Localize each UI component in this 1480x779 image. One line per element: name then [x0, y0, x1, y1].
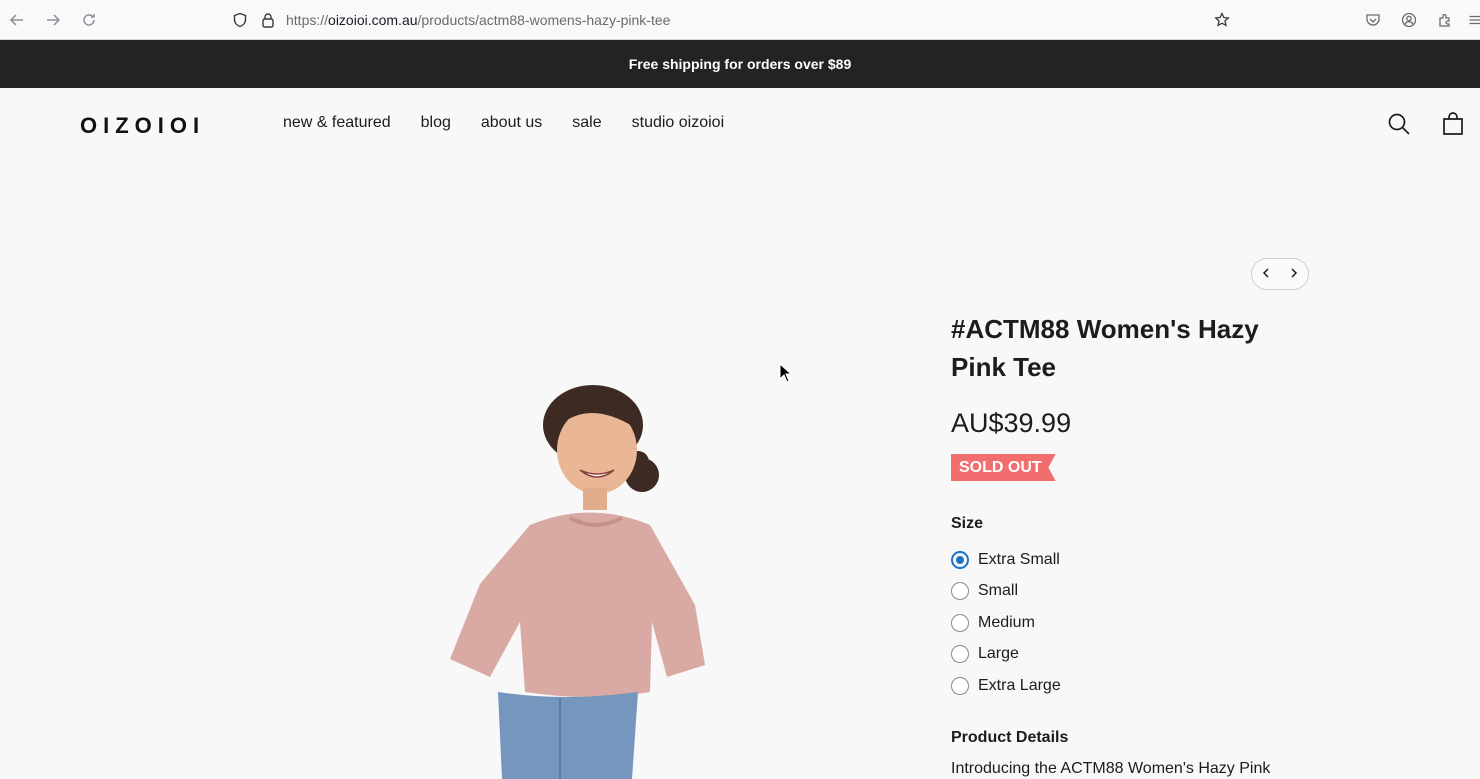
size-options: Extra Small Small Medium Large Extra Lar…	[951, 544, 1061, 702]
sold-out-badge: SOLD OUT	[951, 454, 1056, 481]
announcement-text: Free shipping for orders over $89	[628, 56, 852, 72]
size-option-small[interactable]: Small	[951, 576, 1061, 608]
chevron-left-icon[interactable]	[1261, 265, 1271, 283]
forward-icon[interactable]	[43, 10, 63, 30]
size-option-extra-small[interactable]: Extra Small	[951, 544, 1061, 576]
size-option-medium[interactable]: Medium	[951, 607, 1061, 639]
nav-sale[interactable]: sale	[572, 114, 601, 132]
announcement-bar: Free shipping for orders over $89	[0, 40, 1480, 88]
size-option-extra-large[interactable]: Extra Large	[951, 670, 1061, 702]
extensions-icon[interactable]	[1436, 11, 1454, 29]
site-logo[interactable]: OIZOIOI	[80, 109, 205, 139]
size-option-label: Large	[978, 645, 1019, 663]
product-price: AU$39.99	[951, 408, 1072, 438]
nav-studio-oizoioi[interactable]: studio oizoioi	[632, 114, 725, 132]
lock-icon[interactable]	[259, 11, 277, 29]
site-header: OIZOIOI new & featured blog about us sal…	[0, 88, 1480, 160]
nav-about-us[interactable]: about us	[481, 114, 542, 132]
address-bar[interactable]: https://oizoioi.com.au/products/actm88-w…	[286, 12, 670, 28]
size-label: Size	[951, 515, 984, 532]
size-option-label: Small	[978, 582, 1019, 600]
pocket-icon[interactable]	[1364, 11, 1382, 29]
size-option-label: Extra Small	[978, 550, 1060, 568]
bookmark-star-icon[interactable]	[1213, 11, 1231, 29]
product-details-heading: Product Details	[951, 729, 1069, 746]
radio-checked[interactable]	[951, 550, 969, 569]
product-image[interactable]	[400, 380, 720, 779]
main-nav: new & featured blog about us sale studio…	[283, 114, 724, 132]
radio[interactable]	[951, 582, 969, 601]
product-pager	[1251, 258, 1309, 290]
nav-new-featured[interactable]: new & featured	[283, 114, 391, 132]
size-option-label: Extra Large	[978, 676, 1061, 694]
radio[interactable]	[951, 613, 969, 632]
mouse-cursor-icon	[779, 363, 793, 383]
back-icon[interactable]	[7, 10, 27, 30]
reload-icon[interactable]	[79, 10, 99, 30]
product-title: #ACTM88 Women's Hazy Pink Tee	[951, 314, 1259, 382]
radio[interactable]	[951, 645, 969, 664]
search-icon[interactable]	[1387, 112, 1411, 136]
cart-icon[interactable]	[1441, 112, 1465, 136]
chevron-right-icon[interactable]	[1289, 265, 1299, 283]
browser-toolbar: https://oizoioi.com.au/products/actm88-w…	[0, 0, 1480, 40]
menu-icon[interactable]	[1466, 11, 1480, 29]
size-option-large[interactable]: Large	[951, 639, 1061, 671]
account-icon[interactable]	[1400, 11, 1418, 29]
nav-blog[interactable]: blog	[421, 114, 451, 132]
product-details-text: Introducing the ACTM88 Women's Hazy Pink	[951, 760, 1271, 777]
radio[interactable]	[951, 676, 969, 695]
shield-icon[interactable]	[231, 11, 249, 29]
size-option-label: Medium	[978, 613, 1035, 631]
logo-text: OIZOIOI	[80, 113, 206, 138]
